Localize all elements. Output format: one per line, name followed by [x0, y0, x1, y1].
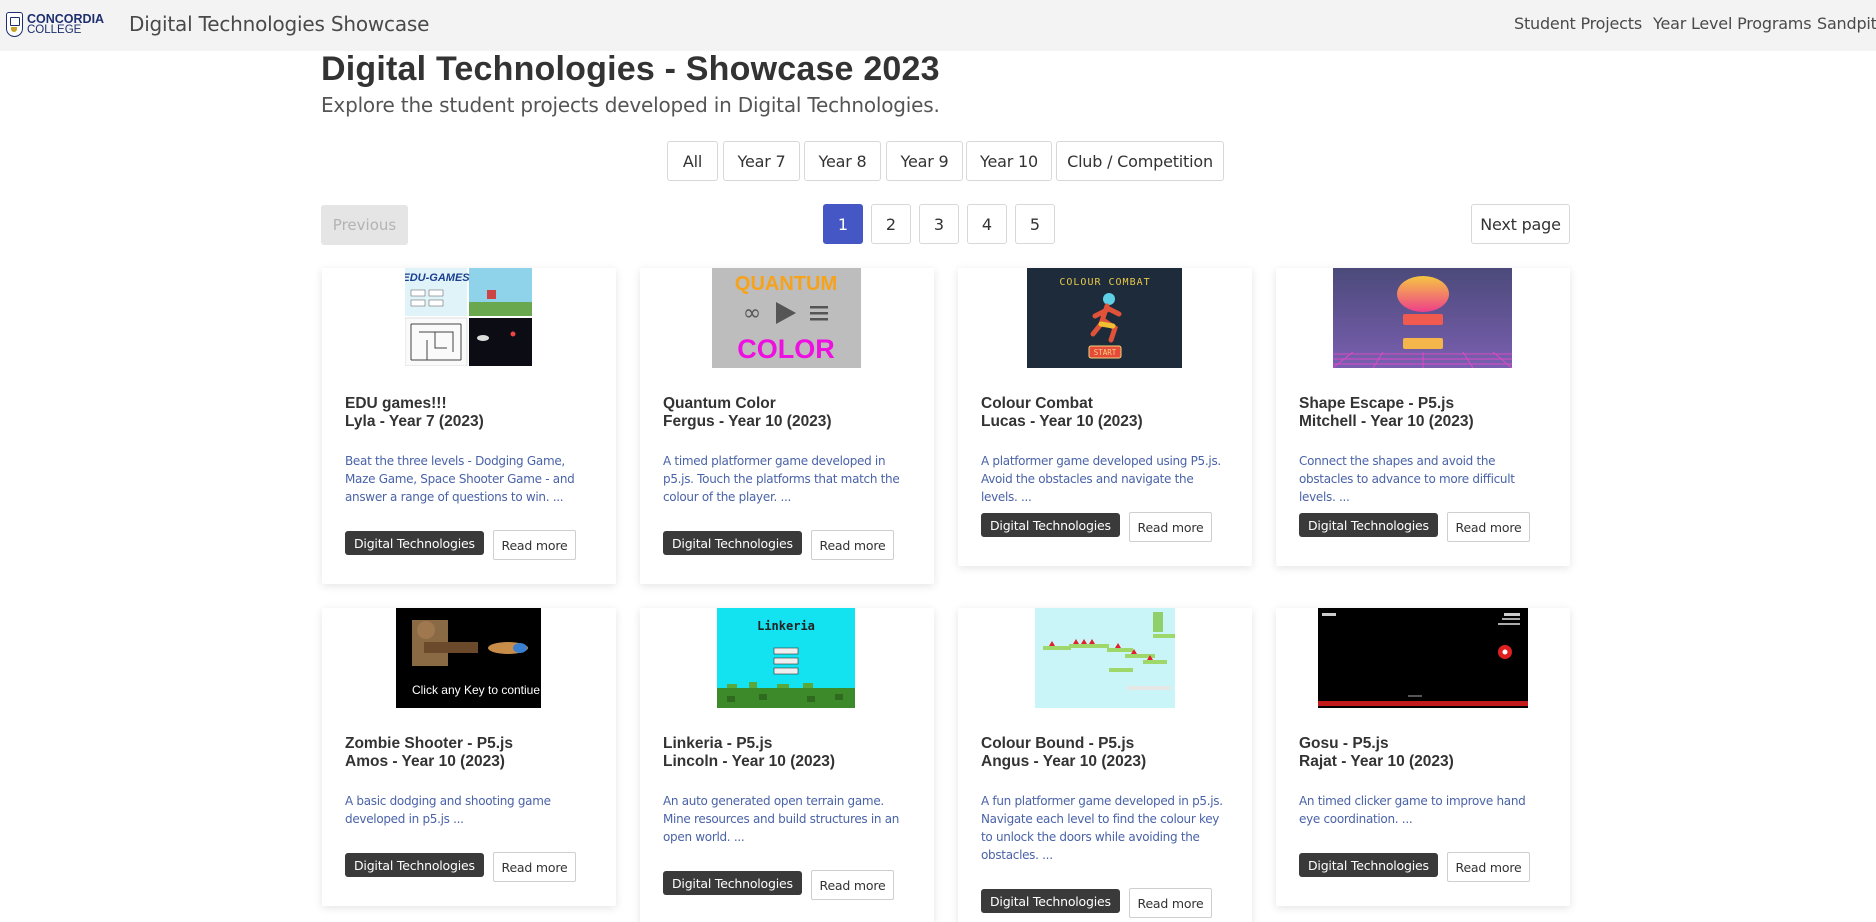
project-author: Amos - Year 10 (2023)	[345, 753, 505, 770]
filter-year8-button[interactable]: Year 8	[804, 141, 881, 181]
project-description: An timed clicker game to improve hand ey…	[1299, 794, 1526, 826]
project-author: Rajat - Year 10 (2023)	[1299, 753, 1454, 770]
read-more-button[interactable]: Read more	[1447, 512, 1530, 542]
project-card: QUANTUM ∞ COLOR Quantum Color Fergus - Y…	[640, 268, 934, 584]
nav-link-student-projects[interactable]: Student Projects	[1514, 14, 1642, 33]
next-page-button[interactable]: Next page	[1471, 204, 1570, 244]
nav-link-sandpit[interactable]: Sandpit	[1817, 14, 1876, 33]
thumbnail-title: COLOUR COMBAT	[1059, 277, 1150, 288]
read-more-button[interactable]: Read more	[1129, 888, 1212, 918]
project-card: COLOUR COMBAT START Colour Combat Lucas …	[958, 268, 1252, 566]
project-card: EDU-GAMES EDU games!!! Lyla - Year 7 (20…	[322, 268, 616, 584]
project-title: Colour Bound - P5.js Angus - Year 10 (20…	[981, 735, 1146, 771]
project-card: Gosu - P5.js Rajat - Year 10 (2023) An t…	[1276, 608, 1570, 906]
project-thumbnail[interactable]: EDU-GAMES	[405, 268, 532, 366]
project-description: A timed platformer game developed in p5.…	[663, 454, 900, 504]
category-tag[interactable]: Digital Technologies	[663, 871, 802, 895]
page-3-button[interactable]: 3	[919, 204, 959, 244]
page-title: Digital Technologies - Showcase 2023	[321, 50, 940, 88]
read-more-button[interactable]: Read more	[811, 870, 894, 900]
category-tag[interactable]: Digital Technologies	[981, 513, 1120, 537]
year-filter-group: All Year 7 Year 8 Year 9 Year 10 Club / …	[0, 141, 1876, 181]
project-author: Lincoln - Year 10 (2023)	[663, 753, 836, 770]
project-card: Shape Escape - P5.js Mitchell - Year 10 …	[1276, 268, 1570, 566]
project-title: Colour Combat Lucas - Year 10 (2023)	[981, 395, 1143, 431]
project-description: An auto generated open terrain game. Min…	[663, 794, 900, 844]
filter-year9-button[interactable]: Year 9	[886, 141, 963, 181]
project-thumbnail[interactable]: QUANTUM ∞ COLOR	[712, 268, 861, 368]
thumbnail-caption: EDU-GAMES	[405, 272, 470, 284]
project-author: Fergus - Year 10 (2023)	[663, 413, 832, 430]
nav-links: Student Projects Year Level Programs San…	[0, 14, 1876, 36]
project-description: A platformer game developed using P5.js.…	[981, 454, 1221, 504]
project-name: Quantum Color	[663, 395, 776, 412]
project-description: A fun platformer game developed in p5.js…	[981, 794, 1223, 862]
nav-link-year-level-programs[interactable]: Year Level Programs	[1653, 14, 1812, 33]
navbar: CONCORDIA COLLEGE Digital Technologies S…	[0, 0, 1876, 51]
filter-year7-button[interactable]: Year 7	[723, 141, 800, 181]
category-tag[interactable]: Digital Technologies	[345, 853, 484, 877]
filter-all-button[interactable]: All	[667, 141, 718, 181]
category-tag[interactable]: Digital Technologies	[663, 531, 802, 555]
project-name: Zombie Shooter - P5.js	[345, 735, 513, 752]
read-more-button[interactable]: Read more	[493, 530, 576, 560]
project-author: Lucas - Year 10 (2023)	[981, 413, 1143, 430]
project-name: Gosu - P5.js	[1299, 735, 1389, 752]
thumbnail-subtitle: COLOR	[737, 334, 835, 364]
project-card: Click any Key to contiue Zombie Shooter …	[322, 608, 616, 906]
project-title: Shape Escape - P5.js Mitchell - Year 10 …	[1299, 395, 1474, 431]
page-2-button[interactable]: 2	[871, 204, 911, 244]
category-tag[interactable]: Digital Technologies	[981, 889, 1120, 913]
project-description: Connect the shapes and avoid the obstacl…	[1299, 454, 1515, 504]
read-more-button[interactable]: Read more	[811, 530, 894, 560]
thumbnail-title: QUANTUM	[735, 273, 837, 295]
project-thumbnail[interactable]	[1333, 268, 1512, 368]
category-tag[interactable]: Digital Technologies	[1299, 513, 1438, 537]
page-subtitle: Explore the student projects developed i…	[321, 93, 940, 117]
page-4-button[interactable]: 4	[967, 204, 1007, 244]
previous-page-button[interactable]: Previous	[321, 205, 408, 245]
project-description: A basic dodging and shooting game develo…	[345, 794, 551, 826]
project-title: Zombie Shooter - P5.js Amos - Year 10 (2…	[345, 735, 513, 771]
project-name: Linkeria - P5.js	[663, 735, 773, 752]
project-author: Angus - Year 10 (2023)	[981, 753, 1147, 770]
thumbnail-start: START	[1094, 348, 1117, 357]
project-thumbnail[interactable]: Linkeria	[717, 608, 855, 708]
svg-text:∞: ∞	[743, 301, 761, 326]
project-author: Lyla - Year 7 (2023)	[345, 413, 484, 430]
project-title: Quantum Color Fergus - Year 10 (2023)	[663, 395, 832, 431]
project-thumbnail[interactable]: Click any Key to contiue	[396, 608, 541, 708]
thumbnail-caption: Click any Key to contiue	[412, 683, 540, 697]
thumbnail-title: Linkeria	[757, 619, 815, 633]
project-card: Linkeria Linkeria - P5.js Lincoln - Year…	[640, 608, 934, 922]
read-more-button[interactable]: Read more	[1129, 512, 1212, 542]
page-5-button[interactable]: 5	[1015, 204, 1055, 244]
read-more-button[interactable]: Read more	[493, 852, 576, 882]
project-name: Shape Escape - P5.js	[1299, 395, 1455, 412]
filter-club-competition-button[interactable]: Club / Competition	[1056, 141, 1224, 181]
page-1-button[interactable]: 1	[823, 204, 863, 244]
project-card: Colour Bound - P5.js Angus - Year 10 (20…	[958, 608, 1252, 922]
project-name: EDU games!!!	[345, 395, 447, 412]
category-tag[interactable]: Digital Technologies	[345, 531, 484, 555]
project-title: Gosu - P5.js Rajat - Year 10 (2023)	[1299, 735, 1454, 771]
project-title: Linkeria - P5.js Lincoln - Year 10 (2023…	[663, 735, 835, 771]
project-thumbnail[interactable]	[1318, 608, 1528, 708]
project-description: Beat the three levels - Dodging Game, Ma…	[345, 454, 575, 504]
filter-year10-button[interactable]: Year 10	[966, 141, 1052, 181]
category-tag[interactable]: Digital Technologies	[1299, 853, 1438, 877]
read-more-button[interactable]: Read more	[1447, 852, 1530, 882]
project-name: Colour Bound - P5.js	[981, 735, 1135, 752]
project-title: EDU games!!! Lyla - Year 7 (2023)	[345, 395, 484, 431]
project-thumbnail[interactable]: COLOUR COMBAT START	[1027, 268, 1182, 368]
project-thumbnail[interactable]	[1035, 608, 1175, 708]
project-name: Colour Combat	[981, 395, 1093, 412]
project-author: Mitchell - Year 10 (2023)	[1299, 413, 1474, 430]
